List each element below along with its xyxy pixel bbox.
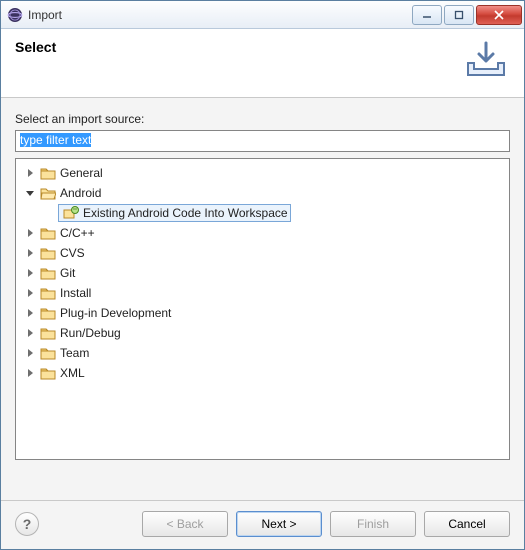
tree-node-rundebug[interactable]: Run/Debug: [18, 323, 507, 343]
tree-label: General: [60, 166, 103, 180]
tree-node-general[interactable]: General: [18, 163, 507, 183]
tree-label: XML: [60, 366, 85, 380]
close-button[interactable]: [476, 5, 522, 25]
tree-label: Run/Debug: [60, 326, 121, 340]
tree-node-ccpp[interactable]: C/C++: [18, 223, 507, 243]
tree-node-team[interactable]: Team: [18, 343, 507, 363]
help-button[interactable]: ?: [15, 512, 39, 536]
minimize-button[interactable]: [412, 5, 442, 25]
folder-icon: [40, 346, 56, 360]
tree-node-xml[interactable]: XML: [18, 363, 507, 383]
filter-text: type filter text: [20, 133, 91, 147]
tree-label: Team: [60, 346, 89, 360]
back-button: < Back: [142, 511, 228, 537]
button-row: < Back Next > Finish Cancel: [39, 511, 510, 537]
expand-icon[interactable]: [24, 347, 36, 359]
folder-icon: [40, 366, 56, 380]
import-icon: [462, 39, 510, 79]
import-dialog: Import Select Select an import source: t…: [0, 0, 525, 550]
window-title: Import: [28, 8, 410, 22]
tree-label: CVS: [60, 246, 85, 260]
tree-label: Plug-in Development: [60, 306, 171, 320]
tree-selection: Existing Android Code Into Workspace: [58, 204, 291, 222]
tree-node-install[interactable]: Install: [18, 283, 507, 303]
folder-icon: [40, 266, 56, 280]
expand-icon[interactable]: [24, 307, 36, 319]
folder-icon: [40, 306, 56, 320]
maximize-button[interactable]: [444, 5, 474, 25]
wizard-footer: ? < Back Next > Finish Cancel: [1, 500, 524, 549]
tree-label: Android: [60, 186, 101, 200]
expand-icon[interactable]: [24, 227, 36, 239]
tree-label: Git: [60, 266, 75, 280]
folder-icon: [40, 246, 56, 260]
expand-icon[interactable]: [24, 247, 36, 259]
expand-icon[interactable]: [24, 327, 36, 339]
folder-icon: [40, 226, 56, 240]
next-button[interactable]: Next >: [236, 511, 322, 537]
folder-icon: [40, 166, 56, 180]
finish-button: Finish: [330, 511, 416, 537]
tree-label: Existing Android Code Into Workspace: [83, 206, 288, 220]
folder-icon: [40, 326, 56, 340]
filter-input[interactable]: type filter text: [15, 130, 510, 152]
window-controls: [410, 5, 522, 25]
source-label: Select an import source:: [15, 112, 510, 126]
tree-label: C/C++: [60, 226, 95, 240]
folder-open-icon: [40, 186, 56, 200]
eclipse-icon: [7, 7, 23, 23]
expand-icon[interactable]: [24, 367, 36, 379]
titlebar[interactable]: Import: [1, 1, 524, 29]
expand-icon[interactable]: [24, 167, 36, 179]
spacer: [15, 460, 510, 490]
tree-node-plugin-dev[interactable]: Plug-in Development: [18, 303, 507, 323]
banner-heading: Select: [15, 39, 56, 55]
tree-node-android[interactable]: Android: [18, 183, 507, 203]
expand-icon[interactable]: [24, 267, 36, 279]
wizard-body: Select an import source: type filter tex…: [1, 98, 524, 500]
collapse-icon[interactable]: [24, 187, 36, 199]
tree-node-cvs[interactable]: CVS: [18, 243, 507, 263]
wizard-banner: Select: [1, 29, 524, 98]
cancel-button[interactable]: Cancel: [424, 511, 510, 537]
tree-label: Install: [60, 286, 91, 300]
tree-node-git[interactable]: Git: [18, 263, 507, 283]
folder-icon: [40, 286, 56, 300]
android-project-icon: [63, 206, 79, 220]
tree-node-existing-android-code[interactable]: Existing Android Code Into Workspace: [18, 203, 507, 223]
import-tree[interactable]: General Android Existing Android Code In…: [15, 158, 510, 460]
expand-icon[interactable]: [24, 287, 36, 299]
